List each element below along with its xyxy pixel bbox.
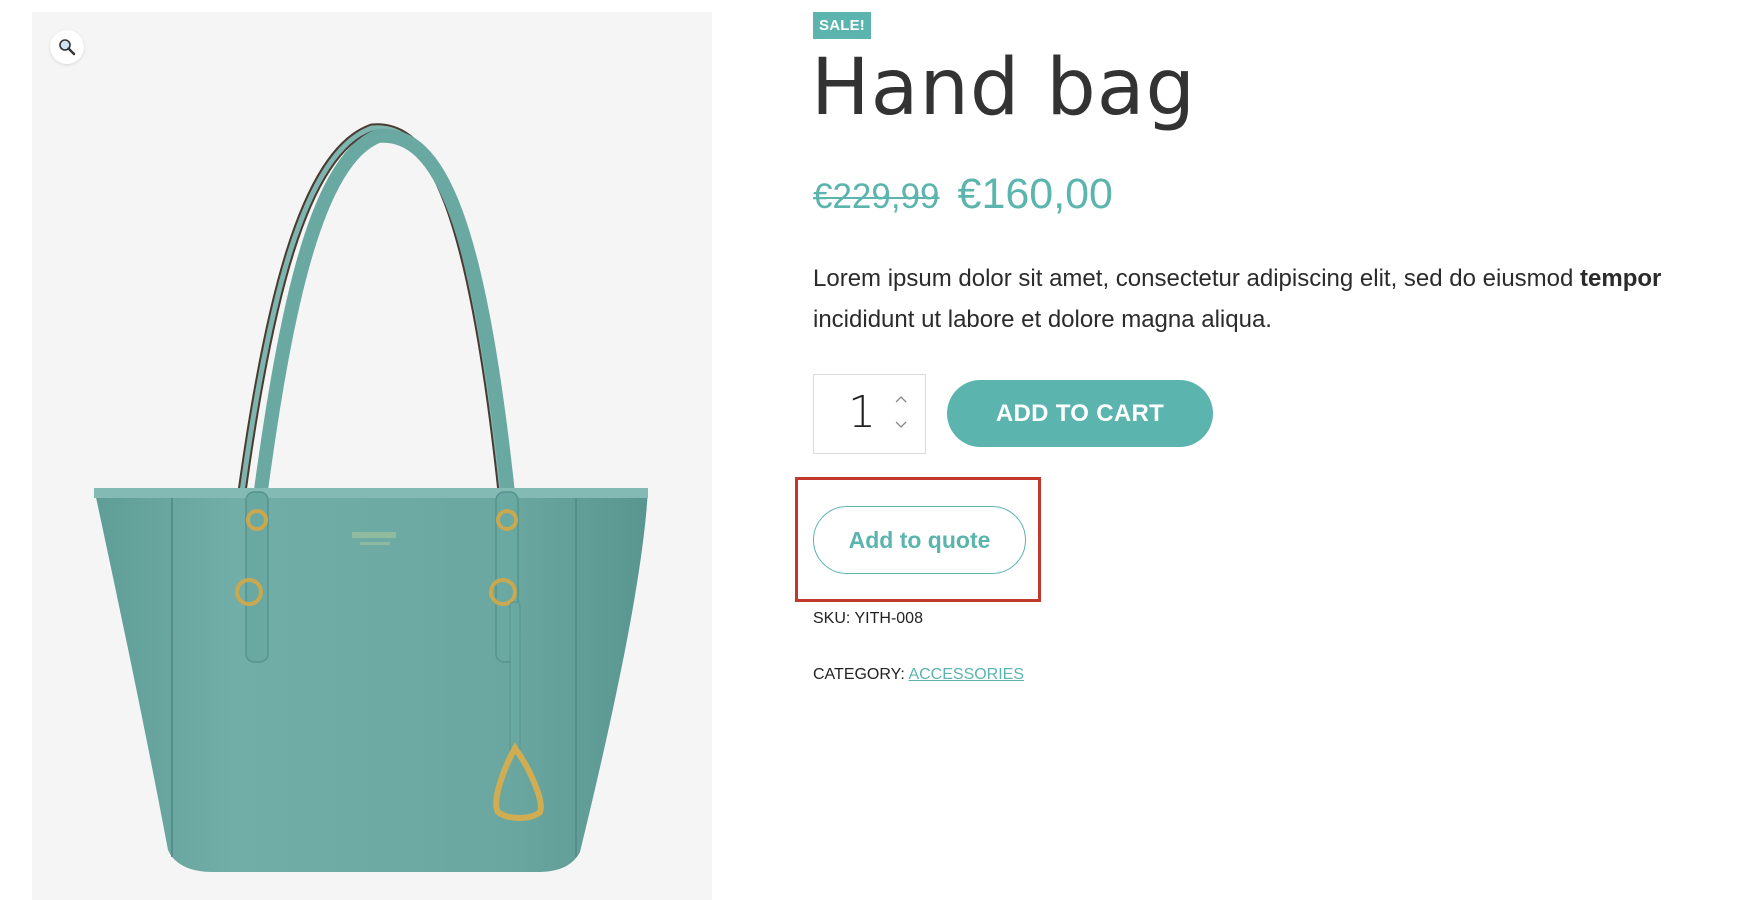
- sku-meta: SKU: YITH-008: [813, 610, 923, 628]
- chevron-down-icon[interactable]: [894, 417, 908, 431]
- sale-badge: SALE!: [813, 12, 871, 39]
- quantity-stepper[interactable]: 1: [813, 374, 926, 454]
- sale-price: €160,00: [957, 170, 1113, 218]
- category-link[interactable]: ACCESSORIES: [908, 666, 1024, 683]
- chevron-up-icon[interactable]: [894, 393, 908, 407]
- magnifier-icon: [59, 39, 76, 56]
- original-price: €229,99: [813, 177, 940, 216]
- product-title: Hand bag: [811, 43, 1197, 133]
- add-to-cart-button[interactable]: ADD TO CART: [947, 380, 1213, 447]
- description-bold-text: tempor: [1580, 265, 1662, 292]
- category-meta: CATEGORY: ACCESSORIES: [813, 666, 1024, 684]
- product-price: €229,99 €160,00: [813, 170, 1113, 222]
- product-gallery: [32, 12, 712, 900]
- product-description: Lorem ipsum dolor sit amet, consectetur …: [813, 258, 1733, 340]
- add-to-quote-button[interactable]: Add to quote: [813, 506, 1026, 574]
- product-image[interactable]: [32, 12, 712, 900]
- quantity-value[interactable]: 1: [848, 385, 876, 441]
- sku-value: YITH-008: [854, 610, 923, 627]
- description-text: Lorem ipsum dolor sit amet, consectetur …: [813, 265, 1581, 292]
- product-page: SALE! Hand bag €229,99 €160,00 Lorem ips…: [0, 0, 1761, 900]
- description-text-end: incididunt ut labore et dolore magna ali…: [813, 306, 1272, 333]
- sku-label: SKU:: [813, 610, 851, 627]
- category-label: CATEGORY:: [813, 666, 905, 683]
- zoom-button[interactable]: [50, 30, 84, 64]
